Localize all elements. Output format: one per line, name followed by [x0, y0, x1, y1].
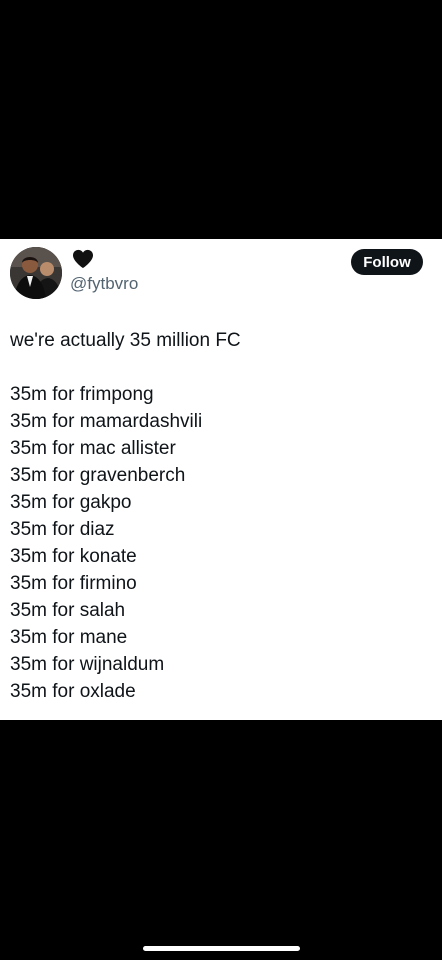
user-handle[interactable]: @fytbvro	[70, 274, 138, 294]
tweet-line: 35m for firmino	[10, 573, 137, 594]
tweet-line: 35m for gakpo	[10, 492, 132, 513]
avatar[interactable]	[10, 247, 62, 299]
tweet-text: we're actually 35 million FC 35m for fri…	[10, 327, 430, 705]
tweet-line: 35m for oxlade	[10, 681, 136, 702]
black-heart-icon	[73, 249, 93, 269]
top-black-area	[0, 0, 442, 239]
tweet-line: 35m for salah	[10, 600, 126, 621]
tweet-card: @fytbvro Follow we're actually 35 millio…	[0, 239, 442, 720]
tweet-line: 35m for mane	[10, 627, 128, 648]
tweet-line: 35m for gravenberch	[10, 465, 186, 486]
follow-button[interactable]: Follow	[351, 249, 423, 275]
tweet-line: 35m for konate	[10, 546, 137, 567]
tweet-line: 35m for mamardashvili	[10, 411, 203, 432]
tweet-line: 35m for frimpong	[10, 384, 154, 405]
home-indicator[interactable]	[143, 946, 300, 951]
bottom-black-area	[0, 720, 442, 960]
avatar-image	[10, 247, 62, 299]
tweet-headline: we're actually 35 million FC	[10, 330, 241, 351]
tweet-line: 35m for mac allister	[10, 438, 176, 459]
tweet-line: 35m for wijnaldum	[10, 654, 165, 675]
tweet-line: 35m for diaz	[10, 519, 115, 540]
